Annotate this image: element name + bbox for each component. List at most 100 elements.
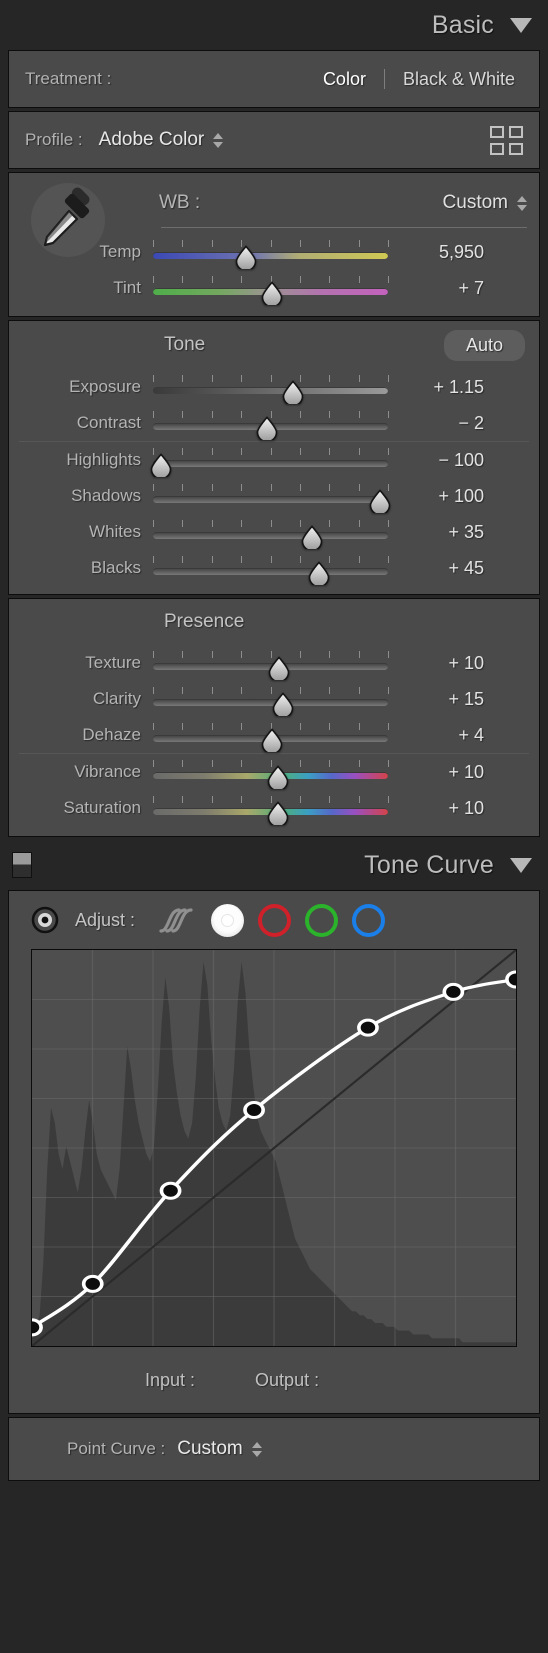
develop-panel: Basic Treatment : Color Black & White Pr…: [0, 0, 548, 1481]
treatment-row: Treatment : Color Black & White: [9, 51, 539, 107]
wb-stepper-icon[interactable]: [517, 195, 527, 211]
slider-thumb[interactable]: [281, 380, 305, 407]
slider-label: Dehaze: [82, 725, 141, 744]
slider-control[interactable]: [153, 685, 389, 719]
tone-curve-graph[interactable]: [31, 949, 517, 1347]
eyedropper-icon[interactable]: [31, 183, 105, 257]
profile-value[interactable]: Adobe Color: [99, 129, 205, 151]
slider-thumb[interactable]: [149, 453, 173, 480]
panel-switch-icon[interactable]: [12, 852, 32, 878]
slider-label: Vibrance: [74, 762, 141, 781]
page-title: Basic: [431, 10, 494, 39]
slider-control[interactable]: [153, 518, 389, 552]
slider-thumb[interactable]: [266, 801, 290, 828]
slider-thumb[interactable]: [271, 692, 295, 719]
slider-ticks: [153, 556, 389, 563]
slider-label: Shadows: [71, 486, 141, 505]
point-curve-value[interactable]: Custom: [177, 1438, 242, 1460]
slider-thumb[interactable]: [300, 525, 324, 552]
slider-label: Exposure: [69, 377, 141, 396]
tone-sliders-secondary: Highlights − 100 Shadows + 100 Whites + 35 Bla…: [9, 442, 539, 594]
slider-row-shadows: Shadows + 100: [9, 478, 539, 516]
slider-ticks: [153, 375, 389, 382]
slider-thumb[interactable]: [260, 281, 284, 308]
point-curve-stepper-icon[interactable]: [251, 1441, 262, 1457]
profile-stepper-icon[interactable]: [213, 132, 224, 148]
slider-thumb[interactable]: [368, 489, 392, 516]
wb-underline: [161, 227, 527, 228]
point-curve-label: Point Curve :: [67, 1439, 166, 1458]
slider-track[interactable]: [153, 387, 388, 394]
slider-track[interactable]: [153, 496, 388, 503]
treatment-option-black-and-white[interactable]: Black & White: [395, 69, 523, 90]
slider-label: Blacks: [90, 558, 141, 577]
slider-value[interactable]: + 1.15: [388, 377, 484, 398]
slider-thumb[interactable]: [266, 765, 290, 792]
profile-grid-icon[interactable]: [490, 125, 523, 155]
tone-sliders: Exposure + 1.15 Contrast − 2: [9, 369, 539, 443]
green-channel-icon[interactable]: [305, 903, 339, 937]
point-curve-row: Point Curve : Custom: [9, 1418, 539, 1480]
treatment-option-color[interactable]: Color: [315, 69, 374, 90]
auto-tone-button[interactable]: Auto: [443, 329, 525, 361]
slider-row-saturation: Saturation + 10: [9, 790, 539, 828]
slider-value[interactable]: + 10: [388, 798, 484, 819]
tone-header: Tone Auto: [9, 321, 539, 369]
slider-control[interactable]: [153, 758, 389, 792]
slider-value[interactable]: + 10: [388, 762, 484, 783]
slider-track[interactable]: [153, 532, 388, 539]
slider-control[interactable]: [153, 794, 389, 828]
slider-control[interactable]: [153, 409, 389, 443]
chevron-down-icon[interactable]: [510, 17, 532, 33]
slider-track[interactable]: [153, 568, 388, 575]
slider-control[interactable]: [150, 446, 389, 480]
slider-ticks: [153, 520, 389, 527]
blue-channel-icon[interactable]: [352, 903, 386, 937]
white-balance-block: WB : Custom Temp 5,950 Tint + 7: [8, 172, 540, 317]
parametric-curve-icon[interactable]: [157, 904, 197, 937]
slider-track[interactable]: [153, 252, 388, 259]
slider-value[interactable]: + 45: [388, 558, 484, 579]
slider-thumb[interactable]: [255, 416, 279, 443]
slider-control[interactable]: [153, 373, 389, 407]
slider-value[interactable]: + 7: [388, 278, 484, 299]
wb-value[interactable]: Custom: [443, 192, 508, 214]
treatment-label: Treatment :: [25, 69, 112, 88]
presence-title: Presence: [164, 611, 245, 632]
slider-value[interactable]: + 15: [388, 689, 484, 710]
slider-value[interactable]: − 100: [388, 450, 484, 471]
slider-control[interactable]: [153, 274, 389, 308]
basic-panel-header[interactable]: Basic: [0, 0, 548, 50]
target-adjustment-icon[interactable]: [31, 906, 59, 934]
slider-value[interactable]: + 4: [388, 725, 484, 746]
slider-value[interactable]: 5,950: [388, 242, 484, 263]
slider-value[interactable]: + 100: [388, 486, 484, 507]
tone-curve-block: Adjust : Input: Output:: [8, 890, 540, 1414]
slider-control[interactable]: [153, 554, 389, 588]
tone-curve-panel-header[interactable]: Tone Curve: [0, 840, 548, 890]
slider-control[interactable]: [153, 649, 389, 683]
profile-row: Profile : Adobe Color: [9, 112, 539, 168]
slider-value[interactable]: − 2: [388, 413, 484, 434]
slider-ticks: [153, 448, 389, 455]
slider-track[interactable]: [153, 460, 388, 467]
slider-row-texture: Texture + 10: [9, 645, 539, 683]
slider-control[interactable]: [153, 482, 391, 516]
slider-thumb[interactable]: [234, 245, 258, 272]
slider-thumb[interactable]: [260, 728, 284, 755]
slider-row-tint: Tint + 7: [9, 270, 539, 308]
slider-ticks: [153, 484, 389, 491]
slider-row-whites: Whites + 35: [9, 514, 539, 552]
slider-thumb[interactable]: [267, 656, 291, 683]
slider-thumb[interactable]: [307, 561, 331, 588]
slider-value[interactable]: + 10: [388, 653, 484, 674]
red-channel-icon[interactable]: [258, 903, 292, 937]
chevron-down-icon[interactable]: [510, 857, 532, 873]
slider-control[interactable]: [153, 721, 389, 755]
tone-curve-graph-wrap: [9, 949, 539, 1347]
slider-label: Tint: [113, 278, 141, 297]
slider-value[interactable]: + 35: [388, 522, 484, 543]
master-channel-icon[interactable]: [211, 903, 245, 937]
slider-control[interactable]: [153, 238, 389, 272]
tone-curve-plot[interactable]: [32, 950, 516, 1346]
